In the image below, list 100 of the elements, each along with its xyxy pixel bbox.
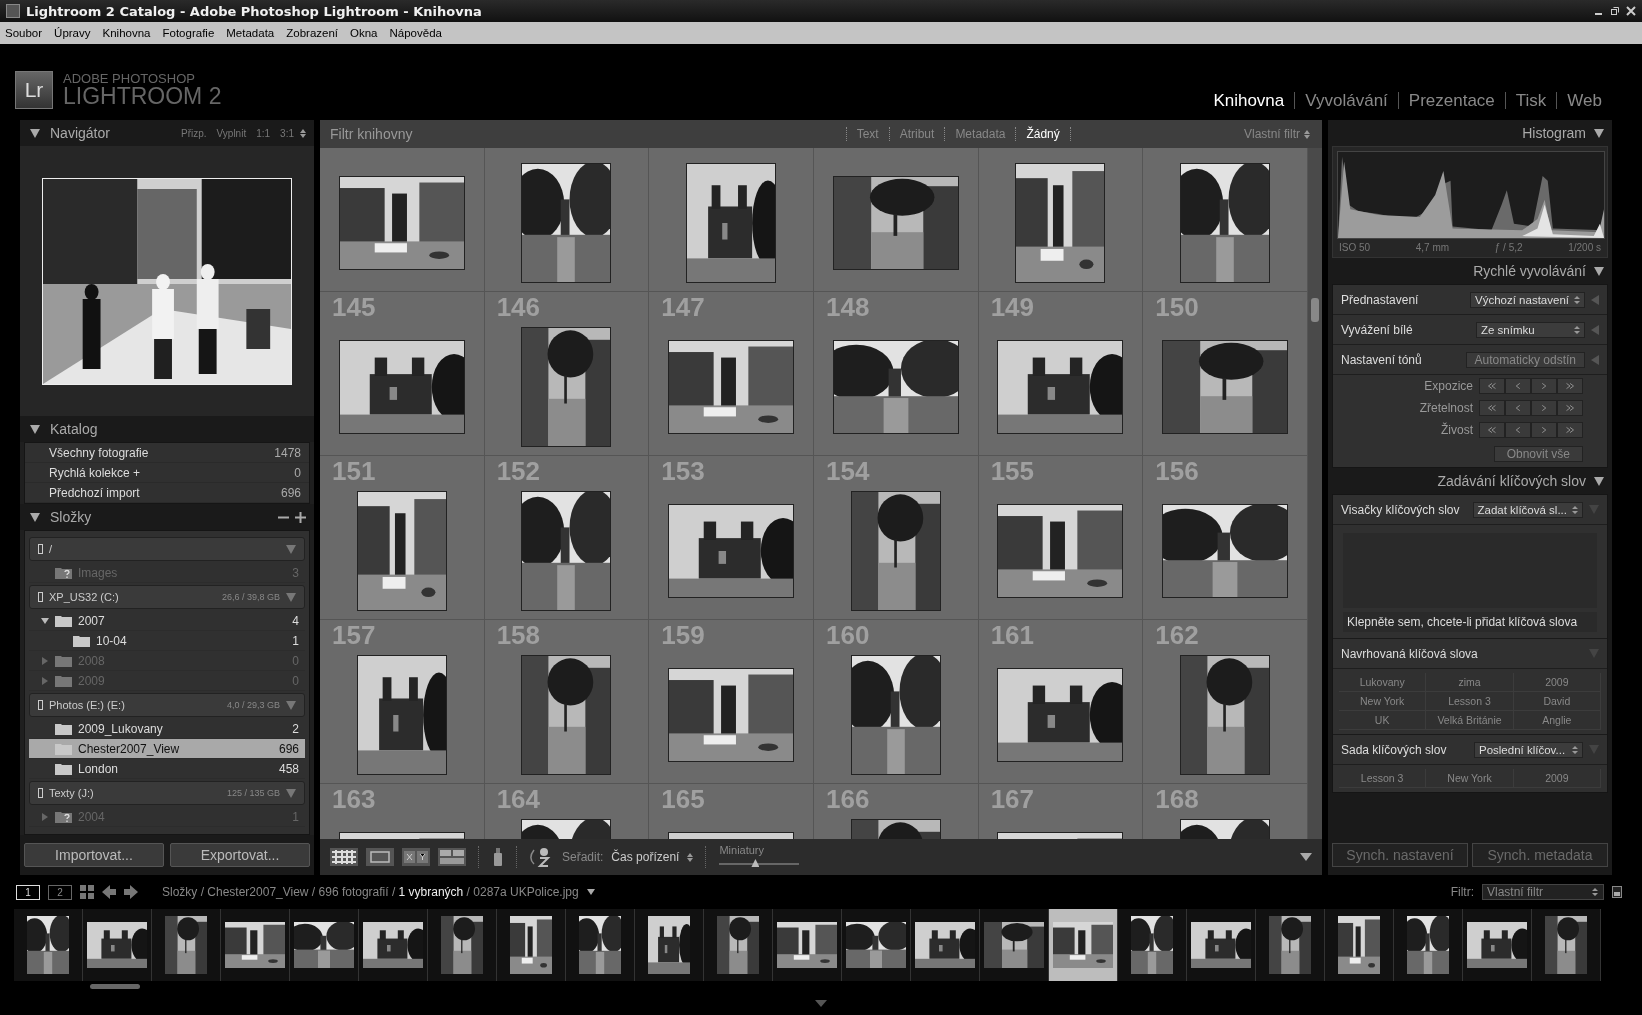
- keyword-set-dropdown[interactable]: Poslední klíčov...: [1474, 741, 1583, 758]
- filter-tab[interactable]: Atribut: [888, 127, 945, 141]
- survey-view-icon[interactable]: [438, 848, 466, 866]
- module-tab[interactable]: Tisk: [1504, 92, 1557, 109]
- compare-view-icon[interactable]: [402, 848, 430, 866]
- panel-button[interactable]: Exportovat...: [170, 843, 310, 867]
- folder-row[interactable]: 10-04 1: [29, 631, 305, 651]
- filter-tab[interactable]: Metadata: [944, 127, 1016, 141]
- module-tab[interactable]: Prezentace: [1397, 92, 1505, 109]
- menu-item[interactable]: Soubor: [5, 27, 43, 39]
- module-tab[interactable]: Knihovna: [1203, 92, 1295, 109]
- grid-cell[interactable]: [978, 148, 1144, 292]
- menu-item[interactable]: Knihovna: [102, 27, 151, 39]
- keyword-suggestion[interactable]: zima: [1426, 673, 1514, 692]
- filter-tab[interactable]: Žádný: [1015, 127, 1071, 141]
- menu-item[interactable]: Metadata: [226, 27, 275, 39]
- scroll-thumb[interactable]: [1311, 298, 1319, 322]
- forward-icon[interactable]: [124, 885, 138, 899]
- keyword-set-item[interactable]: Lesson 3: [1339, 769, 1427, 788]
- zoom-option[interactable]: 3:1: [280, 127, 294, 139]
- filmstrip-cell[interactable]: [1118, 909, 1187, 981]
- keyword-suggestion[interactable]: 2009: [1513, 673, 1601, 692]
- collapse-icon[interactable]: [1594, 266, 1604, 276]
- collapse-icon[interactable]: [30, 128, 40, 138]
- zoom-option[interactable]: Vyplnit: [216, 127, 247, 139]
- filmstrip-cell[interactable]: [635, 909, 704, 981]
- updown-icon[interactable]: [300, 128, 306, 138]
- grid-cell[interactable]: [814, 148, 979, 292]
- filmstrip-cell[interactable]: [911, 909, 980, 981]
- keyword-suggestion[interactable]: Lukovany: [1339, 673, 1427, 692]
- collapse-icon[interactable]: [1594, 128, 1604, 138]
- filmstrip-cell[interactable]: [1049, 909, 1118, 981]
- decrease-button[interactable]: [1505, 378, 1531, 394]
- big-decrease-button[interactable]: [1479, 400, 1505, 416]
- keyword-suggestion[interactable]: Velká Británie: [1426, 711, 1514, 730]
- keyword-suggestion[interactable]: David: [1513, 692, 1601, 711]
- screen-toggle[interactable]: 1: [16, 884, 40, 900]
- filmstrip-cell[interactable]: [773, 909, 842, 981]
- zoom-option[interactable]: Přizp.: [180, 127, 207, 139]
- preset-dropdown[interactable]: Výchozí nastavení: [1470, 291, 1585, 308]
- filter-dropdown[interactable]: Vlastní filtr: [1482, 884, 1604, 900]
- catalog-item[interactable]: Rychlá kolekce + 0: [25, 463, 309, 483]
- filmstrip-cell[interactable]: [152, 909, 221, 981]
- dropdown-icon[interactable]: [1300, 853, 1312, 861]
- scrollbar[interactable]: [1308, 148, 1322, 839]
- folder-row[interactable]: London 458: [29, 759, 305, 779]
- caret-icon[interactable]: [586, 889, 595, 895]
- preset-dropdown[interactable]: Ze snímku: [1476, 321, 1585, 338]
- keyword-dropdown[interactable]: Zadat klíčová sl...: [1472, 501, 1583, 518]
- filmstrip-cell[interactable]: [83, 909, 152, 981]
- filmstrip-cell[interactable]: [290, 909, 359, 981]
- filmstrip-cell[interactable]: [1394, 909, 1463, 981]
- zoom-option[interactable]: 1:1: [256, 127, 271, 139]
- big-increase-button[interactable]: [1557, 400, 1583, 416]
- dropdown-icon[interactable]: [286, 700, 296, 710]
- keyword-suggestion[interactable]: New York: [1339, 692, 1427, 711]
- dropdown-icon[interactable]: [286, 592, 296, 602]
- filmstrip-cell[interactable]: [497, 909, 566, 981]
- restore-icon[interactable]: [1610, 6, 1620, 16]
- filter-tab[interactable]: Text: [845, 127, 889, 141]
- filmstrip-cell[interactable]: [428, 909, 497, 981]
- filmstrip-cell[interactable]: [1325, 909, 1394, 981]
- catalog-item[interactable]: Předchozí import 696: [25, 483, 309, 503]
- big-increase-button[interactable]: [1557, 422, 1583, 438]
- grid-cell[interactable]: [484, 148, 650, 292]
- filmstrip-cell[interactable]: [1187, 909, 1256, 981]
- grid-view-icon[interactable]: [330, 848, 358, 866]
- disclosure-icon[interactable]: [41, 616, 49, 625]
- menu-item[interactable]: Okna: [350, 27, 378, 39]
- scroll-thumb[interactable]: [90, 983, 140, 989]
- slider-thumb[interactable]: [751, 859, 760, 867]
- volume-header[interactable]: XP_US32 (C:) 26,6 / 39,8 GB: [29, 585, 305, 609]
- filmstrip-cell[interactable]: [704, 909, 773, 981]
- grid-cell[interactable]: [649, 148, 814, 292]
- updown-icon[interactable]: [687, 852, 694, 862]
- big-decrease-button[interactable]: [1479, 422, 1505, 438]
- spray-can-icon[interactable]: [492, 847, 504, 867]
- keyword-suggestion[interactable]: UK: [1339, 711, 1427, 730]
- module-tab[interactable]: Web: [1556, 92, 1612, 109]
- filter-preset[interactable]: Vlastní filtr: [1244, 127, 1300, 141]
- menu-item[interactable]: Fotografie: [162, 27, 215, 39]
- grid-cell[interactable]: [320, 148, 485, 292]
- collapse-icon[interactable]: [30, 424, 40, 434]
- filmstrip-cell[interactable]: [842, 909, 911, 981]
- module-tab[interactable]: Vyvolávání: [1294, 92, 1398, 109]
- folder-row[interactable]: Chester2007_View 696: [29, 739, 305, 759]
- sort-dropdown[interactable]: Čas pořízení: [611, 850, 680, 864]
- grid-icon[interactable]: [80, 885, 94, 899]
- panel-toggle-icon[interactable]: [815, 999, 827, 1007]
- filmstrip-cell[interactable]: [221, 909, 290, 981]
- filmstrip-cell[interactable]: [14, 909, 83, 981]
- volume-header[interactable]: Photos (E:) (E:) 4,0 / 29,3 GB: [29, 693, 305, 717]
- panel-button[interactable]: Importovat...: [24, 843, 164, 867]
- big-decrease-button[interactable]: [1479, 378, 1505, 394]
- auto-tone-button[interactable]: Automaticky odstín: [1465, 351, 1585, 368]
- dropdown-icon[interactable]: [286, 788, 296, 798]
- filmstrip-cell[interactable]: [1532, 909, 1601, 981]
- volume-header[interactable]: Texty (J:) 125 / 135 GB: [29, 781, 305, 805]
- loupe-view-icon[interactable]: [366, 848, 394, 866]
- screen-toggle[interactable]: 2: [48, 884, 72, 900]
